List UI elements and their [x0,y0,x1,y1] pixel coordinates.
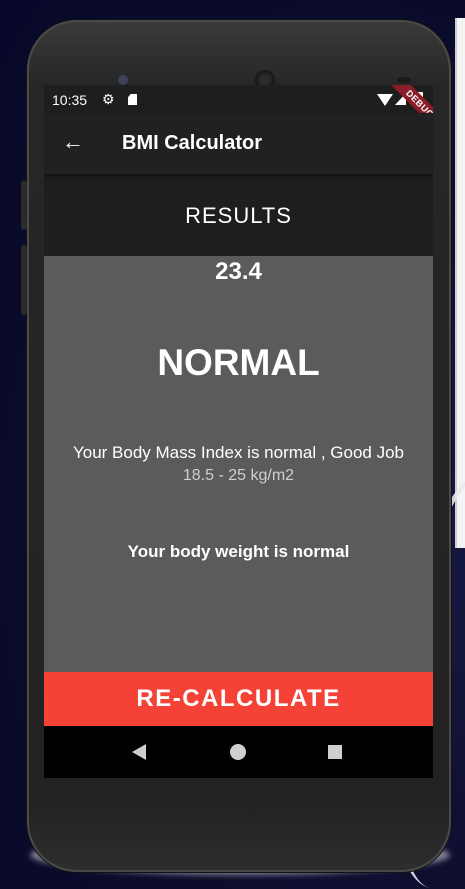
volume-down-button [21,245,27,315]
proximity-sensor [397,77,411,83]
app-bar: ← BMI Calculator [44,113,433,174]
arrow-left-icon[interactable]: ← [62,129,84,155]
app-title: BMI Calculator [122,132,263,154]
status-bar: 10:35 ⚙ DEBUG [44,85,433,138]
sd-card-icon [128,94,137,105]
recalculate-button[interactable]: RE-CALCULATE [44,672,433,726]
back-triangle-icon[interactable] [132,744,146,760]
bmi-value: 23.4 [215,258,262,285]
status-time: 10:35 [52,92,88,108]
gear-icon: ⚙ [102,91,115,107]
phone-screen: 10:35 ⚙ DEBUG ← BMI Calculator RESULTS 2… [44,85,433,778]
front-camera [118,75,128,85]
results-heading: RESULTS [185,203,292,225]
bmi-range: 18.5 - 25 kg/m2 [182,467,295,484]
home-circle-icon[interactable] [230,744,246,760]
wifi-icon [377,94,393,106]
bmi-note: Your body weight is normal [127,542,350,561]
recent-square-icon[interactable] [328,745,342,759]
bmi-category: NORMAL [157,342,320,383]
result-card: 23.4 NORMAL Your Body Mass Index is norm… [44,256,433,672]
volume-up-button [21,180,27,230]
background-window [455,18,465,548]
desktop-background: 10:35 ⚙ DEBUG ← BMI Calculator RESULTS 2… [0,0,465,889]
system-nav-bar [44,726,433,778]
bmi-interpretation: Your Body Mass Index is normal , Good Jo… [72,443,405,462]
